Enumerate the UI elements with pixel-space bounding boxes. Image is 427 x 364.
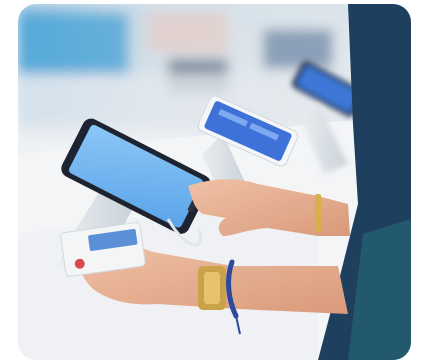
- gold-bracelet: [315, 194, 321, 232]
- gold-watch: [198, 266, 226, 310]
- image-frame: [0, 0, 427, 364]
- store-photo: [18, 4, 411, 360]
- photo-illustration: [18, 4, 411, 360]
